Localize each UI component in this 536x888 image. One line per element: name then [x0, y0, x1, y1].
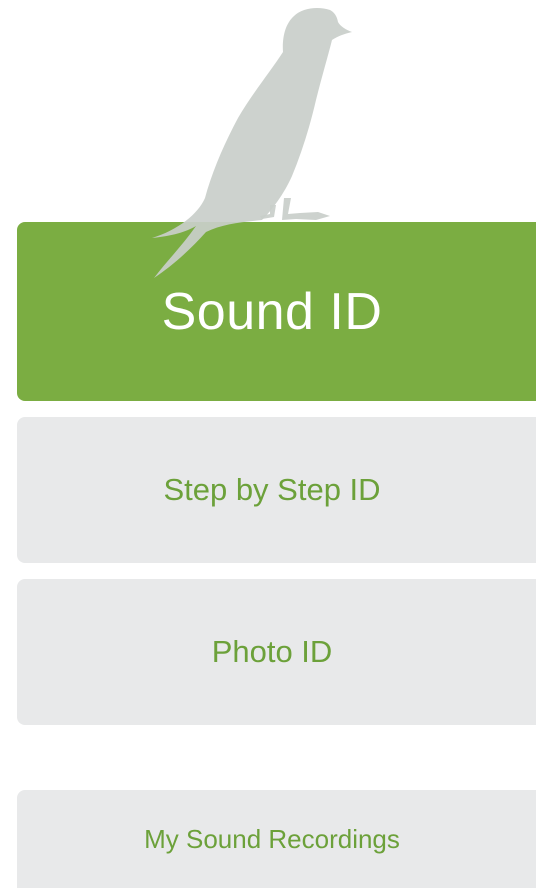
identify-menu-screen: Sound ID Step by Step ID Photo ID My Sou… [0, 0, 536, 888]
sound-id-label: Sound ID [161, 282, 383, 341]
photo-id-label: Photo ID [211, 634, 333, 669]
step-by-step-id-label: Step by Step ID [163, 472, 381, 507]
my-sound-recordings-button[interactable]: My Sound Recordings [17, 790, 536, 888]
photo-id-button[interactable]: Photo ID [17, 579, 536, 725]
step-by-step-id-button[interactable]: Step by Step ID [17, 417, 536, 563]
sound-id-button[interactable]: Sound ID [17, 222, 536, 401]
my-sound-recordings-label: My Sound Recordings [144, 823, 400, 854]
